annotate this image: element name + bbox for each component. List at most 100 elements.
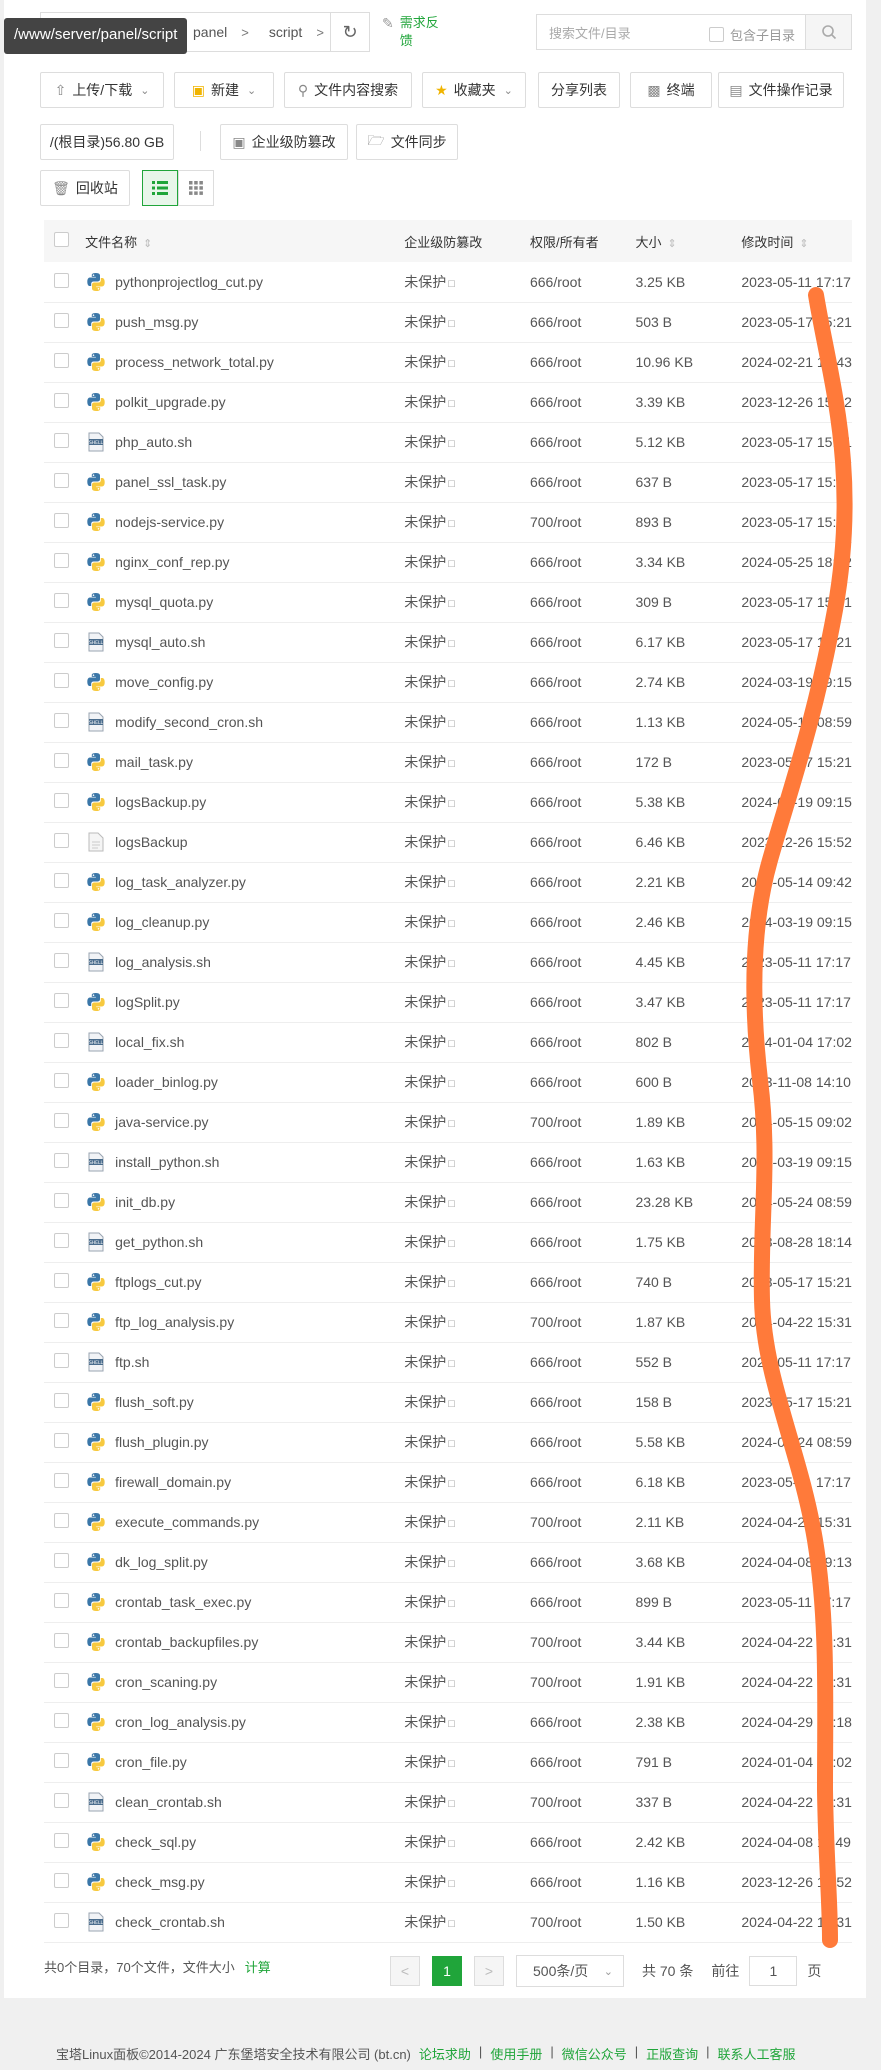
file-name[interactable]: process_network_total.py xyxy=(115,354,274,370)
file-name[interactable]: php_auto.sh xyxy=(115,434,192,450)
file-name-cell[interactable]: SHELL install_python.sh xyxy=(85,1151,404,1173)
table-row[interactable]: execute_commands.py 未保护 □ 700/root 2.11 KB 20… xyxy=(44,1502,852,1543)
table-row[interactable]: cron_scaning.py 未保护 □ 700/root 1.91 KB 2024-0… xyxy=(44,1662,852,1703)
table-row[interactable]: crontab_backupfiles.py 未保护 □ 700/root 3.44 K… xyxy=(44,1622,852,1663)
protect-status[interactable]: 未保护 xyxy=(404,954,446,970)
permission-owner[interactable]: 666/root xyxy=(530,954,581,970)
protect-status[interactable]: 未保护 xyxy=(404,1354,446,1370)
protect-status[interactable]: 未保护 xyxy=(404,474,446,490)
permission-owner[interactable]: 666/root xyxy=(530,1754,581,1770)
permission-owner[interactable]: 666/root xyxy=(530,1394,581,1410)
content-search-button[interactable]: ⚲ 文件内容搜索 xyxy=(284,72,412,108)
file-name-cell[interactable]: crontab_backupfiles.py xyxy=(85,1631,404,1653)
table-row[interactable]: logsBackup.py 未保护 □ 666/root 5.38 KB 2024-03-… xyxy=(44,782,852,823)
file-name[interactable]: loader_binlog.py xyxy=(115,1074,218,1090)
row-checkbox[interactable] xyxy=(54,833,69,848)
row-checkbox[interactable] xyxy=(54,593,69,608)
file-name[interactable]: check_msg.py xyxy=(115,1874,204,1890)
protect-status[interactable]: 未保护 xyxy=(404,1514,446,1530)
table-row[interactable]: mysql_quota.py 未保护 □ 666/root 309 B 2023-05-1… xyxy=(44,582,852,623)
manual-link[interactable]: 使用手册 xyxy=(490,2044,542,2063)
per-page-select[interactable]: 500条/页 ⌄ xyxy=(516,1955,624,1987)
table-row[interactable]: SHELL clean_crontab.sh 未保护 □ 700/root 337 B 20… xyxy=(44,1782,852,1823)
row-checkbox[interactable] xyxy=(54,1713,69,1728)
permission-owner[interactable]: 700/root xyxy=(530,1914,581,1930)
permission-owner[interactable]: 700/root xyxy=(530,1794,581,1810)
grid-view-button[interactable] xyxy=(178,170,214,206)
file-name-cell[interactable]: init_db.py xyxy=(85,1191,404,1213)
include-subdir-checkbox[interactable]: 包含子目录 xyxy=(708,25,795,44)
sort-mtime-header[interactable]: 修改时间 ⇕ xyxy=(741,220,852,262)
file-name-cell[interactable]: move_config.py xyxy=(85,671,404,693)
table-row[interactable]: SHELL log_analysis.sh 未保护 □ 666/root 4.45 KB 2… xyxy=(44,942,852,983)
protect-status[interactable]: 未保护 xyxy=(404,1594,446,1610)
row-checkbox[interactable] xyxy=(54,393,69,408)
protect-status[interactable]: 未保护 xyxy=(404,1394,446,1410)
table-row[interactable]: mail_task.py 未保护 □ 666/root 172 B 2023-05-17 … xyxy=(44,742,852,783)
file-name-cell[interactable]: cron_file.py xyxy=(85,1751,404,1773)
file-name-cell[interactable]: ftplogs_cut.py xyxy=(85,1271,404,1293)
row-checkbox[interactable] xyxy=(54,1033,69,1048)
file-name-cell[interactable]: loader_binlog.py xyxy=(85,1071,404,1093)
file-name-cell[interactable]: log_task_analyzer.py xyxy=(85,871,404,893)
table-row[interactable]: logsBackup 未保护 □ 666/root 6.46 KB 2023-12-26 … xyxy=(44,822,852,863)
permission-owner[interactable]: 666/root xyxy=(530,1834,581,1850)
row-checkbox[interactable] xyxy=(54,513,69,528)
protect-status[interactable]: 未保护 xyxy=(404,1234,446,1250)
license-check-link[interactable]: 正版查询 xyxy=(646,2044,698,2063)
permission-owner[interactable]: 666/root xyxy=(530,474,581,490)
table-row[interactable]: logSplit.py 未保护 □ 666/root 3.47 KB 2023-05-11… xyxy=(44,982,852,1023)
row-checkbox[interactable] xyxy=(54,1313,69,1328)
protect-status[interactable]: 未保护 xyxy=(404,754,446,770)
protect-status[interactable]: 未保护 xyxy=(404,994,446,1010)
row-checkbox[interactable] xyxy=(54,1233,69,1248)
row-checkbox[interactable] xyxy=(54,313,69,328)
share-list-button[interactable]: 分享列表 xyxy=(538,72,620,108)
protect-status[interactable]: 未保护 xyxy=(404,434,446,450)
row-checkbox[interactable] xyxy=(54,1913,69,1928)
table-row[interactable]: SHELL modify_second_cron.sh 未保护 □ 666/root 1.… xyxy=(44,702,852,743)
file-name-cell[interactable]: execute_commands.py xyxy=(85,1511,404,1533)
file-name-cell[interactable]: dk_log_split.py xyxy=(85,1551,404,1573)
row-checkbox[interactable] xyxy=(54,953,69,968)
table-row[interactable]: SHELL mysql_auto.sh 未保护 □ 666/root 6.17 KB 202… xyxy=(44,622,852,663)
table-row[interactable]: SHELL local_fix.sh 未保护 □ 666/root 802 B 2024-0… xyxy=(44,1022,852,1063)
table-row[interactable]: move_config.py 未保护 □ 666/root 2.74 KB 2024-03… xyxy=(44,662,852,703)
permission-owner[interactable]: 666/root xyxy=(530,674,581,690)
protect-status[interactable]: 未保护 xyxy=(404,674,446,690)
protect-status[interactable]: 未保护 xyxy=(404,1034,446,1050)
file-name[interactable]: pythonprojectlog_cut.py xyxy=(115,274,263,290)
table-row[interactable]: check_msg.py 未保护 □ 666/root 1.16 KB 2023-12-2… xyxy=(44,1862,852,1903)
row-checkbox[interactable] xyxy=(54,353,69,368)
file-name-cell[interactable]: mysql_quota.py xyxy=(85,591,404,613)
sort-size-header[interactable]: 大小 ⇕ xyxy=(635,220,741,262)
prev-page-button[interactable]: < xyxy=(390,1956,420,1986)
table-row[interactable]: init_db.py 未保护 □ 666/root 23.28 KB 2024-05-24… xyxy=(44,1182,852,1223)
table-row[interactable]: cron_log_analysis.py 未保护 □ 666/root 2.38 KB 2… xyxy=(44,1702,852,1743)
file-name[interactable]: ftp.sh xyxy=(115,1354,149,1370)
protect-status[interactable]: 未保护 xyxy=(404,1874,446,1890)
row-checkbox[interactable] xyxy=(54,1193,69,1208)
search-button[interactable] xyxy=(806,14,852,50)
file-name[interactable]: ftp_log_analysis.py xyxy=(115,1314,234,1330)
next-page-button[interactable]: > xyxy=(474,1956,504,1986)
file-name-cell[interactable]: SHELL ftp.sh xyxy=(85,1351,404,1373)
file-name-cell[interactable]: flush_soft.py xyxy=(85,1391,404,1413)
protect-status[interactable]: 未保护 xyxy=(404,1434,446,1450)
row-checkbox[interactable] xyxy=(54,1793,69,1808)
protect-status[interactable]: 未保护 xyxy=(404,554,446,570)
permission-owner[interactable]: 666/root xyxy=(530,714,581,730)
file-name[interactable]: crontab_backupfiles.py xyxy=(115,1634,258,1650)
file-name[interactable]: init_db.py xyxy=(115,1194,175,1210)
permission-owner[interactable]: 700/root xyxy=(530,1674,581,1690)
protect-status[interactable]: 未保护 xyxy=(404,714,446,730)
protect-status[interactable]: 未保护 xyxy=(404,1114,446,1130)
row-checkbox[interactable] xyxy=(54,753,69,768)
row-checkbox[interactable] xyxy=(54,1153,69,1168)
file-name-cell[interactable]: SHELL get_python.sh xyxy=(85,1231,404,1253)
recycle-bin-button[interactable]: 🗑 回收站 xyxy=(40,170,130,206)
permission-owner[interactable]: 666/root xyxy=(530,1714,581,1730)
row-checkbox[interactable] xyxy=(54,633,69,648)
row-checkbox[interactable] xyxy=(54,1673,69,1688)
wechat-link[interactable]: 微信公众号 xyxy=(562,2044,627,2063)
